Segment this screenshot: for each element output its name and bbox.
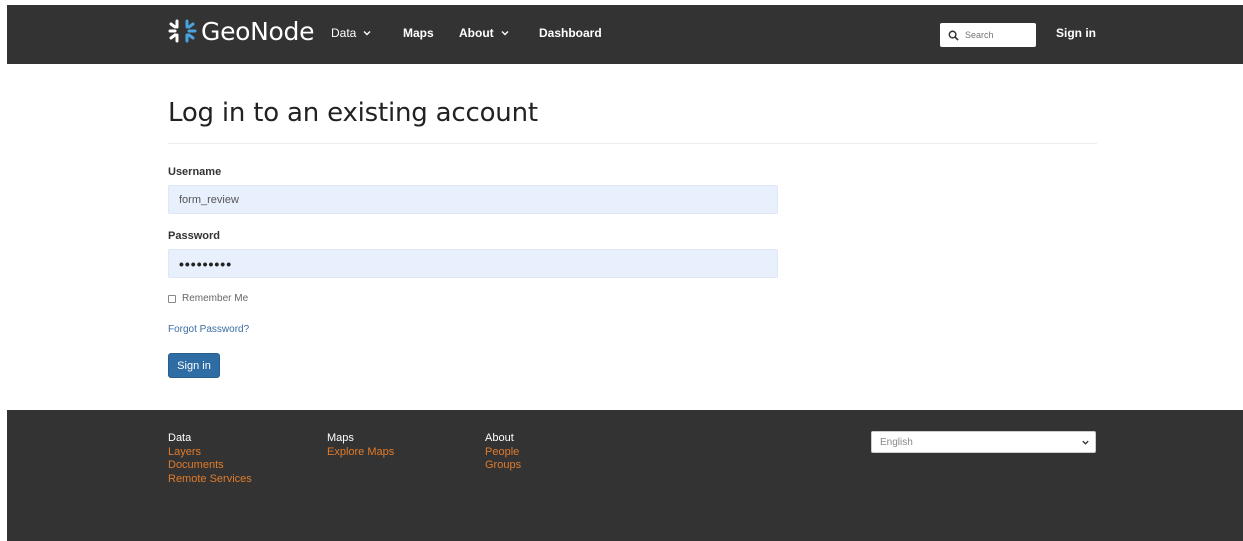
remember-me-row: Remember Me: [168, 293, 248, 304]
footer-link-documents[interactable]: Documents: [168, 459, 252, 473]
footer-link-explore-maps[interactable]: Explore Maps: [327, 446, 394, 460]
geonode-logo-icon: [168, 19, 197, 43]
password-label: Password: [168, 230, 220, 242]
brand-logo-link[interactable]: GeoNode: [167, 15, 315, 47]
nav-dashboard-label: Dashboard: [539, 26, 602, 40]
search-box[interactable]: [940, 23, 1036, 47]
sign-in-button[interactable]: Sign in: [168, 353, 220, 378]
brand-name: GeoNode: [201, 16, 315, 46]
nav-about-dropdown[interactable]: About: [459, 26, 510, 40]
footer-heading-data: Data: [168, 432, 192, 444]
page: GeoNode Data Maps About Dashboard Sign i…: [0, 0, 1243, 541]
language-selected-value: English: [880, 436, 913, 448]
nav-about-label: About: [459, 26, 494, 40]
nav-dashboard[interactable]: Dashboard: [539, 26, 602, 40]
search-input[interactable]: [965, 30, 1035, 40]
top-navbar: GeoNode Data Maps About Dashboard Sign i…: [7, 5, 1243, 64]
chevron-down-icon: [363, 31, 371, 36]
username-field-wrapper: [168, 185, 778, 214]
title-divider: [168, 143, 1097, 144]
nav-data-label: Data: [331, 26, 357, 40]
nav-maps[interactable]: Maps: [403, 26, 434, 40]
search-icon: [948, 30, 959, 41]
nav-data-dropdown[interactable]: Data: [331, 26, 372, 40]
footer-link-people[interactable]: People: [485, 446, 521, 460]
nav-maps-label: Maps: [403, 26, 434, 40]
footer-col-maps: Maps Explore Maps: [327, 432, 394, 459]
footer-heading-maps: Maps: [327, 432, 354, 444]
forgot-password-link[interactable]: Forgot Password?: [168, 324, 249, 335]
footer-link-groups[interactable]: Groups: [485, 459, 521, 473]
footer-link-remote-services[interactable]: Remote Services: [168, 473, 252, 487]
chevron-down-icon: [1082, 440, 1089, 445]
nav-signin-link[interactable]: Sign in: [1056, 26, 1096, 40]
remember-me-label[interactable]: Remember Me: [182, 293, 248, 304]
footer: Data Layers Documents Remote Services Ma…: [7, 410, 1243, 541]
footer-link-layers[interactable]: Layers: [168, 446, 252, 460]
footer-col-data: Data Layers Documents Remote Services: [168, 432, 252, 486]
footer-col-about: About People Groups: [485, 432, 521, 473]
language-select[interactable]: English: [871, 431, 1096, 453]
password-field[interactable]: •••••••••: [168, 249, 778, 278]
page-title: Log in to an existing account: [168, 98, 538, 128]
password-masked-value: •••••••••: [179, 255, 233, 272]
footer-heading-about: About: [485, 432, 514, 444]
username-label: Username: [168, 166, 222, 178]
chevron-down-icon: [501, 31, 509, 36]
username-field[interactable]: [179, 193, 777, 206]
remember-me-checkbox[interactable]: [168, 294, 176, 303]
